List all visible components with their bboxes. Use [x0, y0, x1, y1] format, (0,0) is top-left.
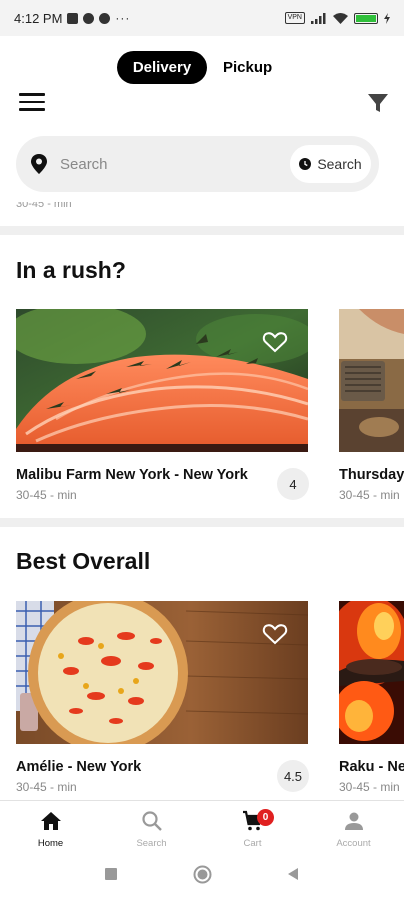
pickup-button[interactable]: Pickup: [207, 51, 287, 84]
restaurant-name: Malibu Farm New York - New York: [16, 467, 248, 483]
nav-cart[interactable]: 0 Cart: [202, 801, 303, 854]
restaurant-name: Raku - New York: [339, 759, 404, 775]
restaurant-name: Amélie - New York: [16, 759, 142, 775]
nav-label: Home: [37, 838, 64, 849]
nav-label: Cart: [243, 838, 262, 849]
signal-icon: [311, 12, 326, 24]
battery-icon: [354, 12, 378, 24]
restaurant-name: Thursday Kitchen - New York: [339, 467, 404, 483]
status-bar: 4:12 PM ··· VPN: [0, 0, 404, 36]
filter-funnel-icon[interactable]: [367, 92, 389, 114]
wifi-icon: [333, 12, 348, 24]
header: Delivery Pickup Search 30-45 - min: [0, 36, 404, 232]
rating-badge: 4: [277, 468, 309, 500]
kitchen-photo: [339, 309, 404, 452]
nav-label: Search: [136, 838, 167, 849]
delivery-button[interactable]: Delivery: [117, 51, 207, 84]
nav-search[interactable]: Search: [101, 801, 202, 854]
home-icon: [40, 812, 61, 830]
app-notification-icon-2: [99, 12, 111, 24]
home-circle-icon[interactable]: [193, 865, 212, 884]
nav-label: Account: [336, 838, 371, 849]
restaurant-card[interactable]: Thursday Kitchen - New York 30-45 - min: [339, 309, 404, 509]
vpn-icon: VPN: [284, 12, 305, 24]
rating-badge: 4.5: [277, 760, 309, 792]
system-navigation-bar: [0, 854, 404, 900]
search-button-label: Search: [317, 156, 362, 172]
recent-apps-icon[interactable]: [104, 867, 118, 881]
bottom-navigation: Home Search 0 Cart Account: [0, 800, 404, 854]
grill-fire-photo: [339, 601, 404, 744]
status-time: 4:12 PM: [14, 10, 63, 26]
nav-home[interactable]: Home: [0, 801, 101, 854]
search-button[interactable]: Search: [290, 145, 371, 183]
location-pin-icon[interactable]: [29, 153, 49, 175]
section-title-in-a-rush: In a rush?: [16, 257, 126, 283]
restaurant-eta: 30-45 - min: [339, 780, 400, 794]
section-title-best-overall: Best Overall: [16, 548, 151, 574]
account-icon: [344, 812, 363, 830]
charging-icon: [384, 12, 390, 24]
more-notifications-icon: ···: [115, 11, 131, 25]
restaurant-eta: 30-45 - min: [16, 488, 77, 502]
search-icon: [141, 811, 162, 831]
favorite-heart-icon[interactable]: [262, 622, 288, 646]
search-input[interactable]: [60, 151, 280, 177]
app-notification-icon: [83, 12, 95, 24]
back-triangle-icon[interactable]: [286, 867, 300, 881]
cart-count-badge: 0: [257, 809, 274, 826]
clock-icon: [299, 158, 312, 170]
gallery-notification-icon: [67, 12, 79, 24]
restaurant-eta: 30-45 - min: [339, 488, 400, 502]
restaurant-card[interactable]: Amélie - New York 30-45 - min 4.5: [16, 601, 309, 801]
peek-eta-text: 30-45 - min: [16, 202, 72, 210]
restaurant-card[interactable]: Malibu Farm New York - New York 30-45 - …: [16, 309, 309, 509]
section-divider: [0, 518, 404, 527]
search-bar: Search: [16, 136, 379, 192]
section-divider: [0, 226, 404, 235]
delivery-mode-toggle: Delivery Pickup: [117, 51, 287, 84]
favorite-heart-icon[interactable]: [262, 330, 288, 354]
restaurant-eta: 30-45 - min: [16, 780, 77, 794]
nav-account[interactable]: Account: [303, 801, 404, 854]
hamburger-menu-icon[interactable]: [19, 93, 45, 111]
restaurant-card[interactable]: Raku - New York 30-45 - min: [339, 601, 404, 801]
